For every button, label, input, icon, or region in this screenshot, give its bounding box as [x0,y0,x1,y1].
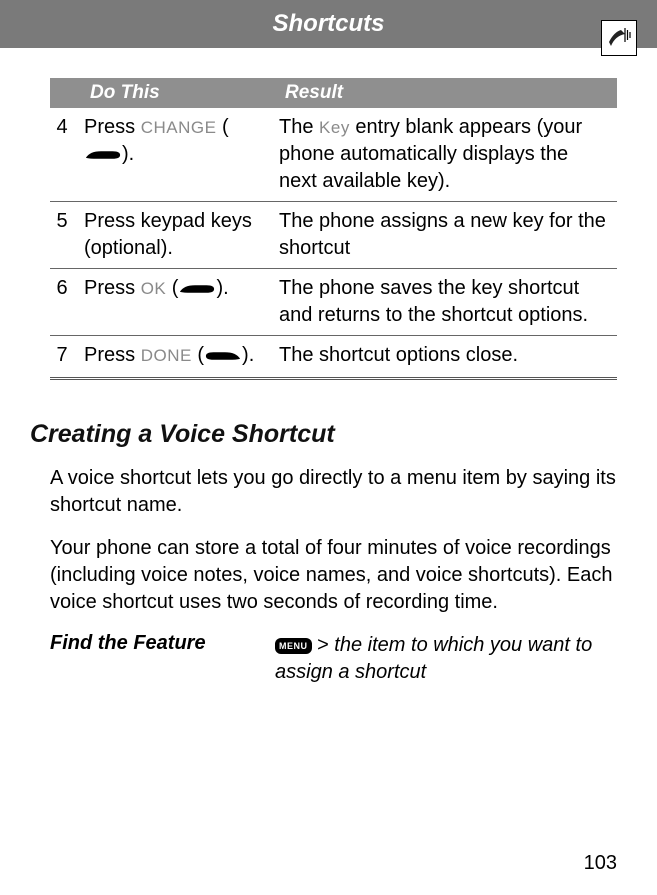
col-blank [50,78,80,108]
softkey-label: CHANGE [141,118,217,137]
step-number: 6 [50,269,80,336]
para-1: A voice shortcut lets you go directly to… [50,465,617,519]
result-cell: The phone assigns a new key for the shor… [275,202,617,269]
do-cell: Press DONE (). [80,336,275,376]
menu-key-icon: MENU [275,638,312,654]
softkey-icon [178,277,216,299]
voice-feature-icon [601,20,637,56]
key-label: Key [319,118,350,137]
do-cell: Press keypad keys (optional). [80,202,275,269]
softkey-label: DONE [141,346,192,365]
table-row: 7Press DONE ().The shortcut options clos… [50,336,617,376]
page-content: Do This Result 4Press CHANGE ().The Key … [0,48,657,686]
softkey-label: OK [141,279,167,298]
table-header-row: Do This Result [50,78,617,108]
find-gt: > [317,634,329,656]
find-value: MENU > the item to which you want to ass… [275,632,617,686]
para-2: Your phone can store a total of four min… [50,535,617,616]
section-heading: Creating a Voice Shortcut [30,420,617,449]
table-row: 5Press keypad keys (optional).The phone … [50,202,617,269]
result-cell: The phone saves the key shortcut and ret… [275,269,617,336]
find-label: Find the Feature [50,632,275,686]
step-number: 4 [50,108,80,202]
do-cell: Press CHANGE (). [80,108,275,202]
instruction-table: Do This Result 4Press CHANGE ().The Key … [50,78,617,375]
page-title: Shortcuts [272,10,384,37]
col-do: Do This [80,78,275,108]
do-cell: Press OK (). [80,269,275,336]
page-number: 103 [584,852,617,875]
table-rule [50,377,617,380]
table-row: 4Press CHANGE ().The Key entry blank app… [50,108,617,202]
result-cell: The Key entry blank appears (your phone … [275,108,617,202]
col-result: Result [275,78,617,108]
table-row: 6Press OK ().The phone saves the key sho… [50,269,617,336]
find-feature: Find the Feature MENU > the item to whic… [50,632,617,686]
step-number: 7 [50,336,80,376]
softkey-icon [84,143,122,165]
result-cell: The shortcut options close. [275,336,617,376]
softkey-icon [204,344,242,366]
step-number: 5 [50,202,80,269]
page-header: Shortcuts [0,0,657,48]
